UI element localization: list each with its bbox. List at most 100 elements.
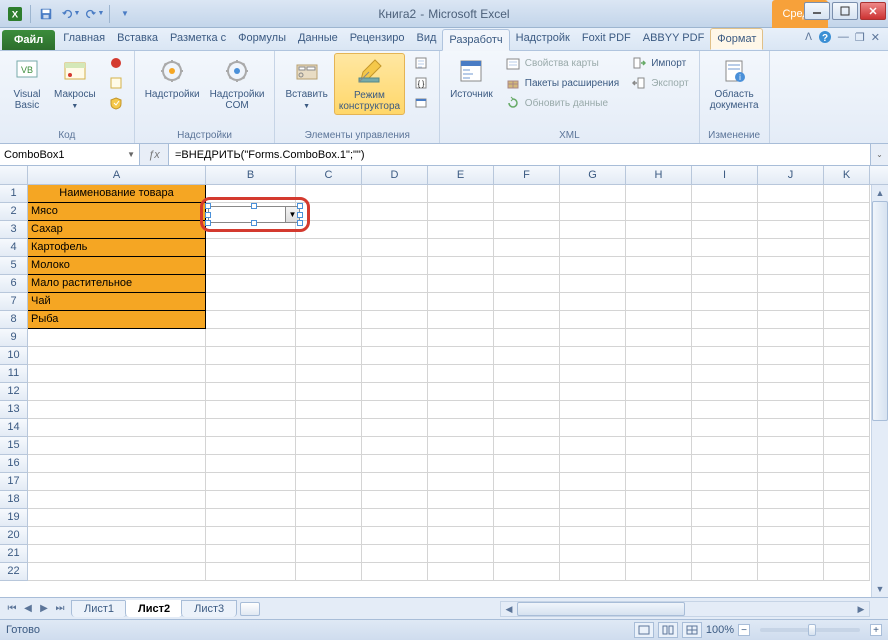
tab-context-format[interactable]: Формат bbox=[710, 28, 763, 50]
scroll-left-icon[interactable]: ◀ bbox=[501, 602, 517, 616]
name-box-input[interactable] bbox=[4, 149, 127, 161]
insert-control-button[interactable]: Вставить▼ bbox=[281, 53, 331, 114]
sheet-tab-лист1[interactable]: Лист1 bbox=[71, 600, 127, 617]
cell[interactable] bbox=[824, 563, 870, 581]
cell[interactable] bbox=[494, 509, 560, 527]
cell[interactable] bbox=[362, 545, 428, 563]
resize-handle[interactable] bbox=[205, 212, 211, 218]
cell[interactable] bbox=[626, 365, 692, 383]
cell[interactable] bbox=[758, 365, 824, 383]
cell[interactable]: Мясо bbox=[28, 203, 206, 221]
row-header[interactable]: 3 bbox=[0, 221, 28, 239]
cell[interactable] bbox=[824, 347, 870, 365]
cell[interactable] bbox=[560, 275, 626, 293]
row-header[interactable]: 7 bbox=[0, 293, 28, 311]
cell[interactable] bbox=[428, 239, 494, 257]
cell[interactable] bbox=[428, 275, 494, 293]
zoom-in-button[interactable]: + bbox=[870, 624, 882, 636]
resize-handle[interactable] bbox=[297, 203, 303, 209]
formula-expand-icon[interactable]: ⌄ bbox=[870, 144, 888, 165]
cell[interactable] bbox=[758, 509, 824, 527]
zoom-thumb[interactable] bbox=[808, 624, 816, 636]
run-dialog-button[interactable] bbox=[409, 93, 433, 113]
cell[interactable] bbox=[560, 545, 626, 563]
cell[interactable] bbox=[758, 401, 824, 419]
cell[interactable] bbox=[758, 329, 824, 347]
column-header-G[interactable]: G bbox=[560, 166, 626, 184]
cell[interactable] bbox=[560, 203, 626, 221]
column-header-F[interactable]: F bbox=[494, 166, 560, 184]
tab-данные[interactable]: Данные bbox=[292, 28, 344, 50]
cell[interactable] bbox=[824, 203, 870, 221]
select-all-corner[interactable] bbox=[0, 166, 28, 184]
cell[interactable] bbox=[296, 347, 362, 365]
cell[interactable] bbox=[560, 365, 626, 383]
column-header-C[interactable]: C bbox=[296, 166, 362, 184]
cell[interactable] bbox=[28, 365, 206, 383]
cell[interactable] bbox=[560, 257, 626, 275]
column-header-B[interactable]: B bbox=[206, 166, 296, 184]
cell[interactable] bbox=[560, 527, 626, 545]
view-page-break-icon[interactable] bbox=[682, 622, 702, 638]
cell[interactable] bbox=[206, 239, 296, 257]
cell[interactable] bbox=[560, 185, 626, 203]
cell[interactable] bbox=[206, 257, 296, 275]
save-icon[interactable] bbox=[35, 3, 57, 25]
sheet-tab-лист2[interactable]: Лист2 bbox=[125, 600, 183, 617]
sheet-nav-prev-icon[interactable]: ◀ bbox=[20, 601, 36, 617]
row-header[interactable]: 14 bbox=[0, 419, 28, 437]
formula-input[interactable] bbox=[175, 149, 864, 161]
cell[interactable] bbox=[824, 185, 870, 203]
cell[interactable] bbox=[494, 401, 560, 419]
cell[interactable] bbox=[494, 473, 560, 491]
cell[interactable] bbox=[626, 473, 692, 491]
sheet-nav-first-icon[interactable]: ⏮ bbox=[4, 601, 20, 617]
cell[interactable] bbox=[428, 203, 494, 221]
vertical-scrollbar[interactable]: ▲ ▼ bbox=[871, 185, 888, 597]
cell[interactable] bbox=[206, 437, 296, 455]
cell[interactable] bbox=[206, 509, 296, 527]
cell[interactable] bbox=[428, 221, 494, 239]
view-page-layout-icon[interactable] bbox=[658, 622, 678, 638]
row-header[interactable]: 5 bbox=[0, 257, 28, 275]
cell[interactable] bbox=[28, 527, 206, 545]
cell[interactable] bbox=[560, 401, 626, 419]
macros-button[interactable]: Макросы▼ bbox=[50, 53, 100, 114]
cell[interactable] bbox=[824, 257, 870, 275]
cell[interactable] bbox=[362, 509, 428, 527]
cell[interactable] bbox=[362, 311, 428, 329]
cell[interactable] bbox=[296, 527, 362, 545]
help-icon[interactable]: ? bbox=[818, 30, 832, 44]
cell[interactable] bbox=[362, 347, 428, 365]
cell[interactable] bbox=[824, 329, 870, 347]
row-header[interactable]: 21 bbox=[0, 545, 28, 563]
cell[interactable] bbox=[626, 347, 692, 365]
cell[interactable] bbox=[362, 383, 428, 401]
cell[interactable] bbox=[206, 545, 296, 563]
row-header[interactable]: 6 bbox=[0, 275, 28, 293]
cell[interactable] bbox=[206, 311, 296, 329]
cell[interactable] bbox=[692, 419, 758, 437]
cell[interactable] bbox=[626, 401, 692, 419]
cell[interactable] bbox=[296, 311, 362, 329]
view-normal-icon[interactable] bbox=[634, 622, 654, 638]
cell[interactable] bbox=[824, 275, 870, 293]
row-header[interactable]: 15 bbox=[0, 437, 28, 455]
cell[interactable] bbox=[296, 365, 362, 383]
cell[interactable] bbox=[824, 239, 870, 257]
record-macro-button[interactable] bbox=[104, 53, 128, 73]
cell[interactable] bbox=[494, 221, 560, 239]
cell[interactable] bbox=[362, 563, 428, 581]
cell[interactable] bbox=[28, 455, 206, 473]
cell[interactable] bbox=[692, 275, 758, 293]
resize-handle[interactable] bbox=[251, 203, 257, 209]
cell[interactable] bbox=[362, 293, 428, 311]
cell[interactable] bbox=[494, 545, 560, 563]
horizontal-scrollbar[interactable]: ◀ ▶ bbox=[500, 601, 870, 617]
close-button[interactable] bbox=[860, 2, 886, 20]
cell[interactable] bbox=[824, 383, 870, 401]
cell[interactable] bbox=[758, 239, 824, 257]
name-box-dropdown-icon[interactable]: ▼ bbox=[127, 150, 135, 159]
cell[interactable] bbox=[560, 419, 626, 437]
tab-формулы[interactable]: Формулы bbox=[232, 28, 292, 50]
